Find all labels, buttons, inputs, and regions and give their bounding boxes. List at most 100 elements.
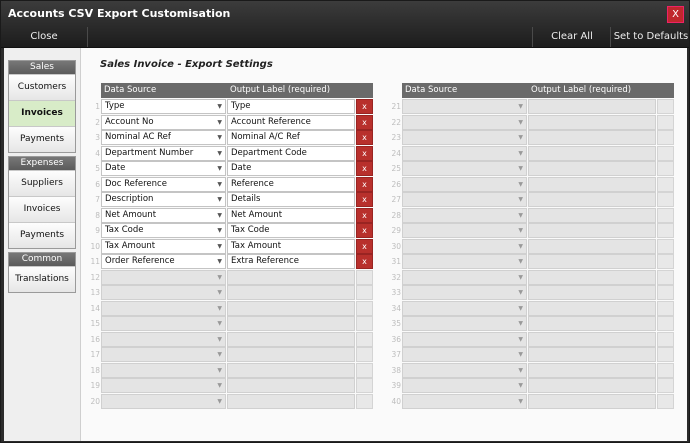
data-source-select[interactable]: ▼ (402, 269, 527, 285)
delete-row-button[interactable]: x (657, 254, 674, 269)
data-source-select[interactable]: ▼ (101, 393, 226, 409)
data-source-select[interactable]: ▼ (402, 254, 527, 269)
sidebar-item-expense-payments[interactable]: Payments (9, 222, 75, 248)
output-label-input[interactable] (528, 176, 656, 192)
output-label-input[interactable] (227, 393, 355, 409)
output-label-input[interactable] (528, 347, 656, 362)
data-source-select[interactable]: ▼ (402, 378, 527, 393)
delete-row-button[interactable]: x (356, 145, 373, 161)
output-label-input[interactable] (528, 316, 656, 331)
delete-row-button[interactable]: x (356, 99, 373, 114)
output-label-input[interactable] (528, 238, 656, 254)
output-label-input[interactable]: Account Reference (227, 114, 355, 130)
data-source-select[interactable]: ▼ (402, 347, 527, 362)
delete-row-button[interactable]: x (657, 331, 674, 347)
output-label-input[interactable]: Type (227, 99, 355, 114)
delete-row-button[interactable]: x (657, 114, 674, 130)
output-label-input[interactable] (227, 285, 355, 300)
data-source-select[interactable]: Type ▼ (101, 99, 226, 114)
output-label-input[interactable]: Tax Amount (227, 238, 355, 254)
output-label-input[interactable] (528, 362, 656, 378)
output-label-input[interactable]: Department Code (227, 145, 355, 161)
output-label-input[interactable] (528, 223, 656, 238)
sidebar-item-customers[interactable]: Customers (9, 74, 75, 100)
output-label-input[interactable]: Nominal A/C Ref (227, 130, 355, 145)
delete-row-button[interactable]: x (356, 114, 373, 130)
delete-row-button[interactable]: x (657, 223, 674, 238)
output-label-input[interactable] (528, 114, 656, 130)
output-label-input[interactable] (227, 331, 355, 347)
data-source-select[interactable]: ▼ (402, 176, 527, 192)
output-label-input[interactable] (528, 285, 656, 300)
delete-row-button[interactable]: x (356, 269, 373, 285)
output-label-input[interactable]: Date (227, 161, 355, 176)
data-source-select[interactable]: ▼ (402, 331, 527, 347)
delete-row-button[interactable]: x (356, 207, 373, 223)
delete-row-button[interactable]: x (356, 347, 373, 362)
output-label-input[interactable] (227, 300, 355, 316)
data-source-select[interactable]: ▼ (402, 145, 527, 161)
output-label-input[interactable] (528, 192, 656, 207)
delete-row-button[interactable]: x (657, 238, 674, 254)
data-source-select[interactable]: ▼ (402, 99, 527, 114)
delete-row-button[interactable]: x (657, 145, 674, 161)
delete-row-button[interactable]: x (657, 161, 674, 176)
delete-row-button[interactable]: x (356, 176, 373, 192)
output-label-input[interactable] (227, 316, 355, 331)
delete-row-button[interactable]: x (356, 300, 373, 316)
output-label-input[interactable] (528, 331, 656, 347)
output-label-input[interactable] (528, 145, 656, 161)
data-source-select[interactable]: ▼ (402, 362, 527, 378)
output-label-input[interactable]: Tax Code (227, 223, 355, 238)
output-label-input[interactable] (528, 393, 656, 409)
delete-row-button[interactable]: x (657, 207, 674, 223)
delete-row-button[interactable]: x (356, 285, 373, 300)
data-source-select[interactable]: ▼ (101, 378, 226, 393)
data-source-select[interactable]: ▼ (402, 238, 527, 254)
delete-row-button[interactable]: x (356, 238, 373, 254)
delete-row-button[interactable]: x (356, 378, 373, 393)
data-source-select[interactable]: ▼ (402, 207, 527, 223)
output-label-input[interactable] (528, 99, 656, 114)
delete-row-button[interactable]: x (657, 130, 674, 145)
delete-row-button[interactable]: x (657, 393, 674, 409)
delete-row-button[interactable]: x (356, 161, 373, 176)
close-button[interactable]: Close (1, 27, 88, 47)
delete-row-button[interactable]: x (657, 285, 674, 300)
delete-row-button[interactable]: x (657, 192, 674, 207)
data-source-select[interactable]: Doc Reference ▼ (101, 176, 226, 192)
delete-row-button[interactable]: x (356, 331, 373, 347)
clear-all-button[interactable]: Clear All (532, 27, 611, 47)
delete-row-button[interactable]: x (356, 192, 373, 207)
output-label-input[interactable] (528, 130, 656, 145)
sidebar-item-expense-invoices[interactable]: Invoices (9, 196, 75, 222)
delete-row-button[interactable]: x (657, 362, 674, 378)
output-label-input[interactable] (227, 269, 355, 285)
delete-row-button[interactable]: x (356, 130, 373, 145)
data-source-select[interactable]: Description ▼ (101, 192, 226, 207)
delete-row-button[interactable]: x (657, 378, 674, 393)
delete-row-button[interactable]: x (657, 300, 674, 316)
data-source-select[interactable]: Nominal AC Ref ▼ (101, 130, 226, 145)
delete-row-button[interactable]: x (657, 269, 674, 285)
output-label-input[interactable]: Extra Reference (227, 254, 355, 269)
window-close-button[interactable]: X (667, 6, 684, 23)
delete-row-button[interactable]: x (356, 316, 373, 331)
output-label-input[interactable]: Reference (227, 176, 355, 192)
data-source-select[interactable]: ▼ (101, 269, 226, 285)
sidebar-item-sales-invoices[interactable]: Invoices (9, 100, 75, 126)
set-to-defaults-button[interactable]: Set to Defaults (610, 27, 690, 47)
data-source-select[interactable]: ▼ (402, 130, 527, 145)
data-source-select[interactable]: ▼ (402, 114, 527, 130)
sidebar-item-translations[interactable]: Translations (9, 266, 75, 292)
data-source-select[interactable]: ▼ (402, 300, 527, 316)
data-source-select[interactable]: ▼ (402, 316, 527, 331)
output-label-input[interactable] (528, 207, 656, 223)
data-source-select[interactable]: Tax Amount ▼ (101, 238, 226, 254)
data-source-select[interactable]: ▼ (402, 192, 527, 207)
data-source-select[interactable]: Date ▼ (101, 161, 226, 176)
data-source-select[interactable]: ▼ (101, 300, 226, 316)
output-label-input[interactable] (528, 300, 656, 316)
data-source-select[interactable]: ▼ (402, 393, 527, 409)
output-label-input[interactable]: Details (227, 192, 355, 207)
